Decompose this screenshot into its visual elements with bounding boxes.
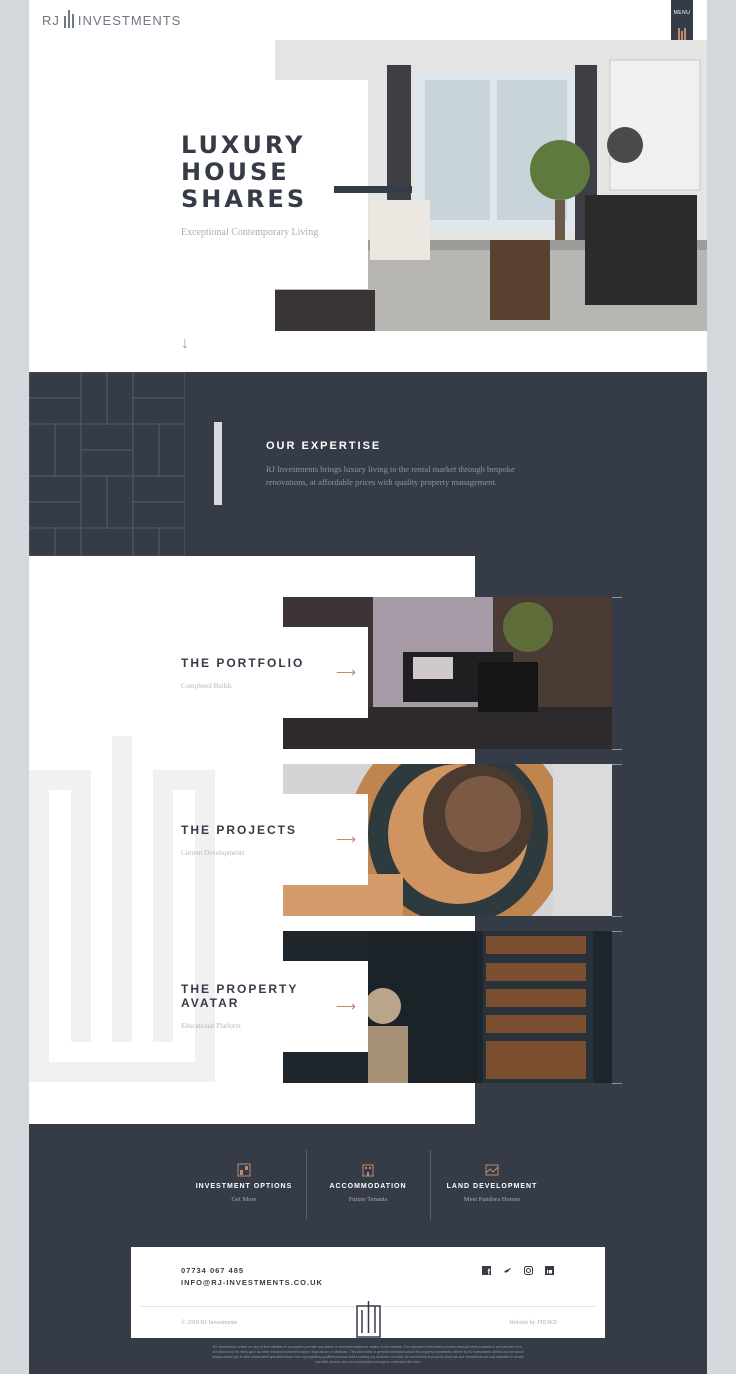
building-icon bbox=[306, 1163, 430, 1179]
hero-title-line: SHARES bbox=[181, 185, 308, 213]
tick-mark bbox=[612, 749, 622, 750]
section-subtitle: Current Developments bbox=[181, 849, 245, 857]
hero-title-line: HOUSE bbox=[181, 158, 290, 186]
website-by-link[interactable]: Website by FHOKE bbox=[509, 1320, 557, 1326]
section-title[interactable]: THE PORTFOLIO bbox=[181, 656, 304, 670]
section-subtitle: Educational Platform bbox=[181, 1022, 241, 1030]
feature-title: INVESTMENT OPTIONS bbox=[195, 1183, 293, 1190]
footer-logo bbox=[356, 1300, 381, 1338]
facebook-icon[interactable]: f bbox=[481, 1266, 492, 1277]
hero-subtitle: Exceptional Contemporary Living bbox=[181, 227, 319, 238]
hero-accent-bar bbox=[334, 186, 412, 193]
feature-subtitle: Get More bbox=[231, 1196, 257, 1203]
menu-icon bbox=[671, 28, 693, 40]
tick-mark bbox=[612, 931, 622, 932]
tick-mark bbox=[612, 916, 622, 917]
section-subtitle: Completed Builds bbox=[181, 682, 232, 690]
expertise-title: OUR EXPERTISE bbox=[266, 440, 382, 452]
legal-disclaimer: RJ Investments Limited nor any of their … bbox=[212, 1345, 524, 1364]
linkedin-icon[interactable] bbox=[544, 1266, 555, 1277]
section-title[interactable]: THE PROPERTY AVATAR bbox=[181, 982, 301, 1010]
email-link[interactable]: INFO@RJ-INVESTMENTS.CO.UK bbox=[181, 1278, 323, 1287]
feature-accommodation[interactable]: ACCOMMODATION Future Tenants bbox=[306, 1163, 430, 1203]
social-links: f bbox=[481, 1266, 555, 1277]
feature-subtitle: Future Tenants bbox=[348, 1196, 388, 1203]
tick-mark bbox=[612, 597, 622, 598]
feature-subtitle: Meet Pandora Homes bbox=[463, 1196, 521, 1203]
svg-text:f: f bbox=[488, 1268, 491, 1276]
watermark-logo bbox=[29, 736, 215, 1082]
expertise-text: RJ Investments brings luxury living to t… bbox=[266, 464, 515, 487]
hero-title-line: LUXURY bbox=[181, 131, 306, 159]
expertise-bar bbox=[214, 422, 222, 505]
feature-land-development[interactable]: LAND DEVELOPMENT Meet Pandora Homes bbox=[430, 1163, 554, 1203]
section-arrow-icon[interactable]: ⟶ bbox=[336, 998, 356, 1015]
land-icon bbox=[430, 1163, 554, 1179]
logo-bars-icon bbox=[63, 10, 74, 28]
scroll-down-arrow-icon[interactable]: ↓ bbox=[181, 335, 189, 353]
copyright: © 2018 RJ Investments bbox=[181, 1320, 238, 1326]
feature-title: ACCOMMODATION bbox=[329, 1183, 407, 1190]
tick-mark bbox=[612, 1083, 622, 1084]
feature-investment-options[interactable]: INVESTMENT OPTIONS Get More bbox=[182, 1163, 306, 1203]
twitter-icon[interactable] bbox=[502, 1266, 513, 1277]
logo-rj: RJ bbox=[42, 13, 60, 28]
menu-label: MENU bbox=[673, 10, 691, 16]
investment-icon bbox=[182, 1163, 306, 1179]
logo-name: INVESTMENTS bbox=[77, 13, 182, 28]
tick-mark bbox=[612, 764, 622, 765]
logo[interactable]: RJ INVESTMENTS bbox=[42, 10, 181, 28]
section-arrow-icon[interactable]: ⟶ bbox=[336, 664, 356, 681]
phone-link[interactable]: 07734 067 485 bbox=[181, 1266, 244, 1275]
hero-title: LUXURY HOUSE SHARES bbox=[181, 132, 307, 213]
section-arrow-icon[interactable]: ⟶ bbox=[336, 831, 356, 848]
section-title[interactable]: THE PROJECTS bbox=[181, 823, 297, 837]
pattern-graphic bbox=[28, 371, 186, 557]
feature-title: LAND DEVELOPMENT bbox=[446, 1183, 538, 1190]
instagram-icon[interactable] bbox=[523, 1266, 534, 1277]
